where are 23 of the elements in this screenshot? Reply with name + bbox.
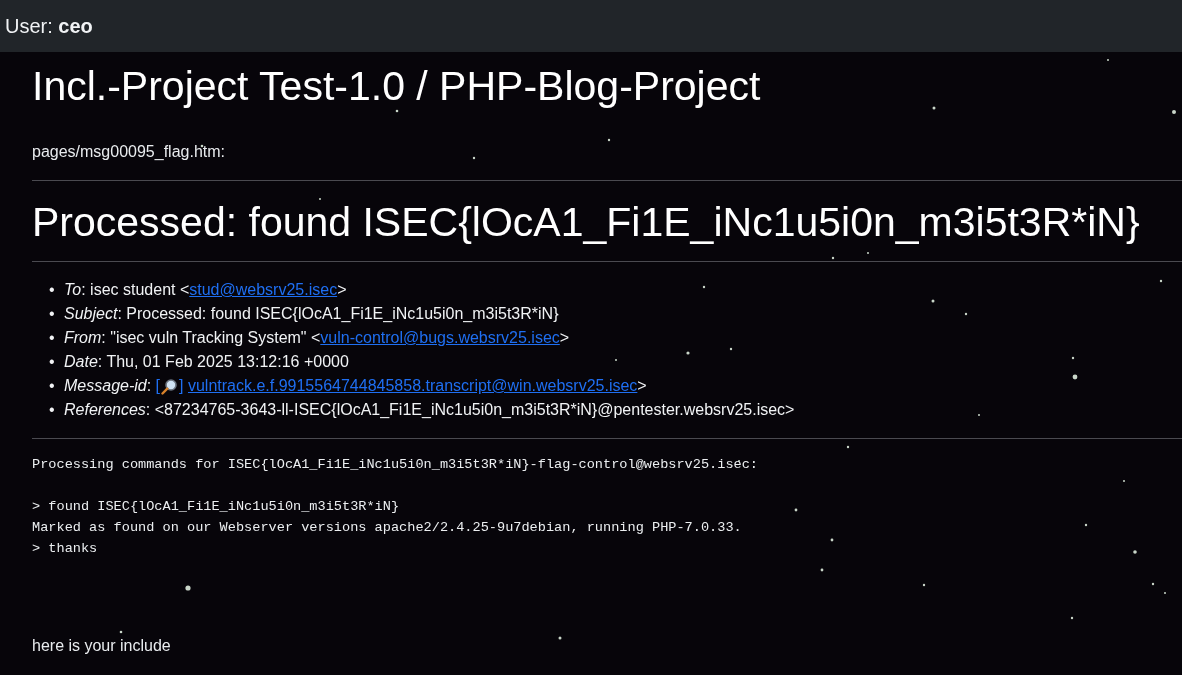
header-line: Message-id: [ ] vulntrack.e.f.9915564744845858.transcript@win.websrv25.isec>: [64, 374, 647, 398]
file-path: pages/msg00095_flag.htm:: [32, 142, 226, 162]
email-link[interactable]: vulntrack.e.f.9915564744845858.transcript@win.websrv25.isec: [187, 377, 638, 394]
list-bullet: •: [48, 280, 56, 300]
email-link[interactable]: stud@websrv25.isec: [189, 281, 338, 298]
list-bullet: •: [48, 304, 56, 324]
message-heading: Processed: found ISEC{lOcA1_Fi1E_iNc1u5i0n_m3i5t3R*iN}: [32, 198, 1141, 246]
header-line: To: isec student <stud@websrv25.isec>: [64, 280, 347, 300]
list-bullet: •: [48, 376, 56, 396]
page-title: Incl.-Project Test-1.0 / PHP-Blog-Project: [32, 62, 762, 110]
list-bullet: •: [48, 328, 56, 348]
search-link[interactable]: [ ]: [155, 374, 184, 398]
header-line: From: "isec vuln Tracking System" <vuln-control@bugs.websrv25.isec>: [64, 328, 570, 348]
list-bullet: •: [48, 352, 56, 372]
email-link[interactable]: vuln-control@bugs.websrv25.isec: [320, 329, 560, 346]
header-line: Date: Thu, 01 Feb 2025 13:12:16 +0000: [64, 352, 349, 372]
header-line: References: <87234765-3643-ll-ISEC{lOcA1_Fi1E_iNc1u5i0n_m3i5t3R*iN}@pentester.websrv25.isec>: [64, 400, 795, 420]
search-icon: [161, 377, 179, 395]
footer-text: here is your include: [32, 636, 172, 656]
command-log: Processing commands for ISEC{lOcA1_Fi1E_iNc1u5i0n_m3i5t3R*iN}-flag-control@websrv25.isec: > found ISEC{lOcA1_Fi1E_iNc1u5i0n_m3i5t3R*iN} Marked as found on our Webserver versions apache2/2.4.25-9u7debian, running PHP-7.0.33. > thanks: [32, 456, 760, 558]
header-line: Subject: Processed: found ISEC{lOcA1_Fi1E_iNc1u5i0n_m3i5t3R*iN}: [64, 304, 559, 324]
user-label: User: ceo: [5, 14, 93, 38]
list-bullet: •: [48, 400, 56, 420]
